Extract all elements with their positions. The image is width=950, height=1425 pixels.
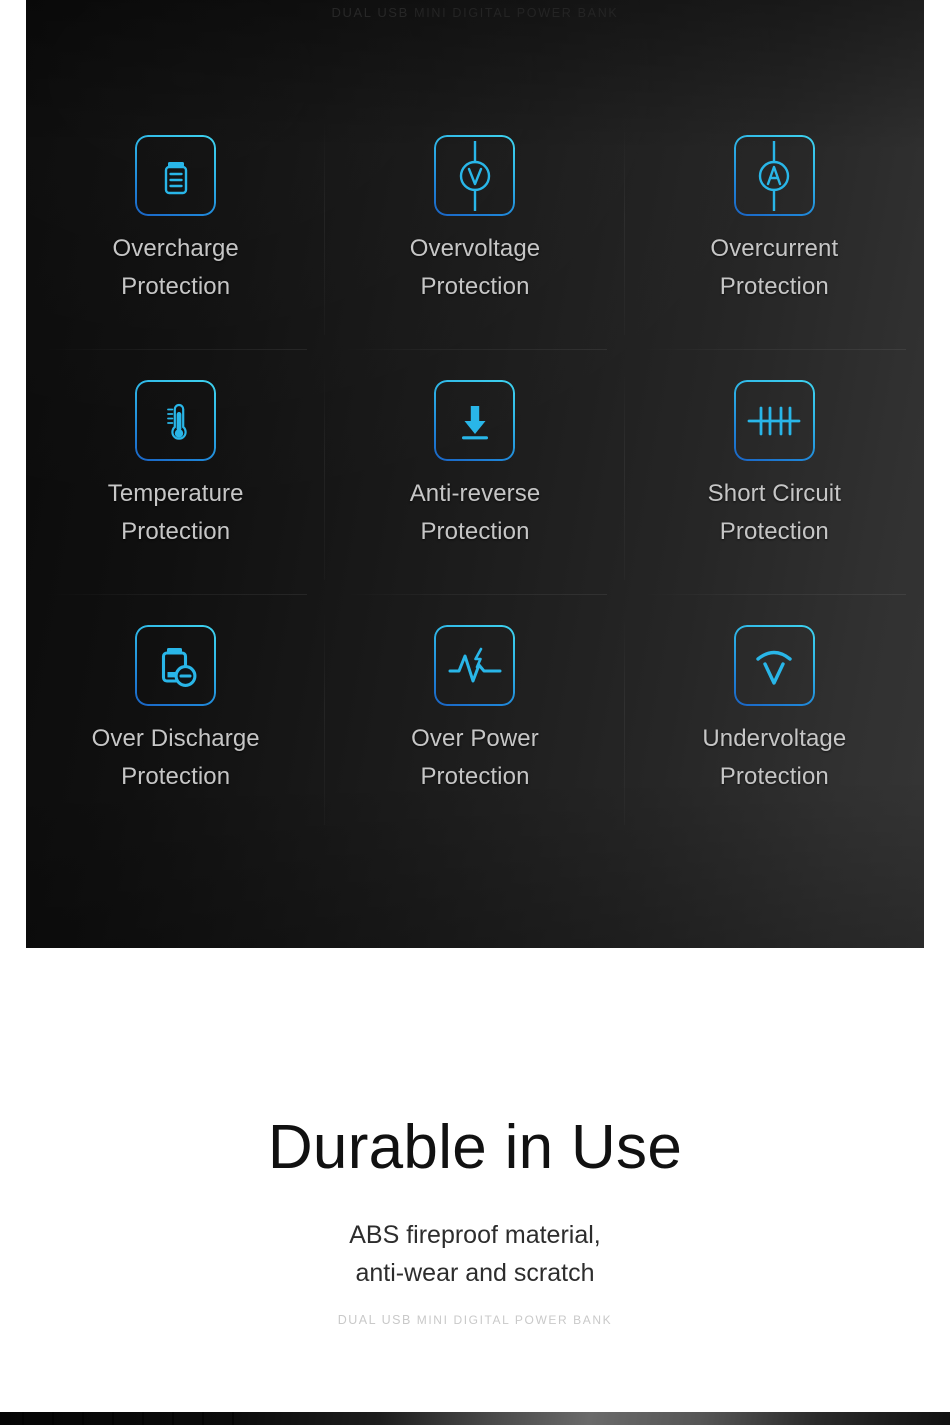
feature-label-line2: Protection xyxy=(121,763,231,791)
feature-label-line2: Protection xyxy=(719,518,829,546)
down-arrow-line-icon xyxy=(434,380,516,461)
feature-cell-temperature: Temperature Protection xyxy=(26,350,326,595)
feature-label-line2: Protection xyxy=(719,763,829,791)
durable-subtitle-line2: anti-wear and scratch xyxy=(355,1259,595,1287)
feature-label-line1: Overcurrent xyxy=(710,235,839,262)
undervoltage-v-icon xyxy=(733,625,815,706)
feature-caption: Overcharge Protection xyxy=(112,230,238,307)
feature-label-line1: Short Circuit xyxy=(707,480,841,507)
battery-icon xyxy=(135,135,217,216)
voltmeter-icon xyxy=(434,135,516,216)
feature-label-line1: Temperature xyxy=(107,480,244,507)
feature-caption: Undervoltage Protection xyxy=(702,720,846,797)
waveform-bolt-icon xyxy=(434,625,516,706)
page-title: Durable in Use xyxy=(267,1113,683,1182)
feature-caption: Anti-reverse Protection xyxy=(410,475,541,552)
brand-line-1: DUAL USB xyxy=(331,5,409,20)
feature-cell-over-power: Over Power Protection xyxy=(325,595,625,840)
feature-cell-anti-reverse: Anti-reverse Protection xyxy=(325,350,625,595)
durable-in-use-section: Durable in Use ABS fireproof material, a… xyxy=(0,948,950,1412)
feature-label-line1: Anti-reverse xyxy=(409,480,541,507)
feature-cell-overcurrent: Overcurrent Protection xyxy=(625,105,924,350)
feature-cell-short-circuit: Short Circuit Protection xyxy=(625,350,924,595)
feature-caption: Over Discharge Protection xyxy=(92,720,260,797)
brand-line-2: MINI DIGITAL POWER BANK xyxy=(414,6,619,20)
feature-cell-overcharge: Overcharge Protection xyxy=(26,105,326,350)
ammeter-icon xyxy=(733,135,815,216)
feature-caption: Temperature Protection xyxy=(108,475,244,552)
durable-brand-watermark: DUAL USB MINI DIGITAL POWER BANK xyxy=(0,1312,950,1329)
product-photo-strip xyxy=(0,1412,950,1425)
protection-features-panel: DUAL USB MINI DIGITAL POWER BANK Overcha… xyxy=(26,0,924,948)
feature-label-line2: Protection xyxy=(121,518,231,546)
feature-label-line2: Protection xyxy=(420,763,530,791)
durable-subtitle-line1: ABS fireproof material, xyxy=(349,1221,601,1249)
panel-brand-watermark: DUAL USB MINI DIGITAL POWER BANK xyxy=(26,4,924,22)
feature-label-line2: Protection xyxy=(719,273,829,301)
feature-cell-over-discharge: Over Discharge Protection xyxy=(26,595,326,840)
short-circuit-icon xyxy=(733,380,815,461)
thermometer-icon xyxy=(135,380,217,461)
feature-caption: Overvoltage Protection xyxy=(410,230,541,307)
feature-cell-undervoltage: Undervoltage Protection xyxy=(625,595,924,840)
protection-feature-grid: Overcharge Protection Overvoltage Protec… xyxy=(26,105,924,840)
feature-label-line1: Undervoltage xyxy=(702,725,847,752)
feature-caption: Over Power Protection xyxy=(411,720,539,797)
brand-line-1: DUAL USB xyxy=(337,1313,412,1327)
feature-label-line1: Overvoltage xyxy=(409,235,541,262)
feature-label-line2: Protection xyxy=(420,518,530,546)
battery-minus-icon xyxy=(135,625,217,706)
feature-label-line2: Protection xyxy=(420,273,530,301)
product-detail-page: DUAL USB MINI DIGITAL POWER BANK Overcha… xyxy=(0,0,950,1425)
feature-caption: Overcurrent Protection xyxy=(710,230,838,307)
feature-label-line1: Overcharge xyxy=(112,235,239,262)
feature-cell-overvoltage: Overvoltage Protection xyxy=(325,105,625,350)
feature-label-line1: Over Discharge xyxy=(91,725,260,752)
feature-label-line2: Protection xyxy=(121,273,231,301)
durable-subtitle: ABS fireproof material, anti-wear and sc… xyxy=(0,1216,950,1292)
brand-line-2: MINI DIGITAL POWER BANK xyxy=(416,1313,613,1327)
feature-caption: Short Circuit Protection xyxy=(708,475,841,552)
feature-label-line1: Over Power xyxy=(411,725,539,752)
